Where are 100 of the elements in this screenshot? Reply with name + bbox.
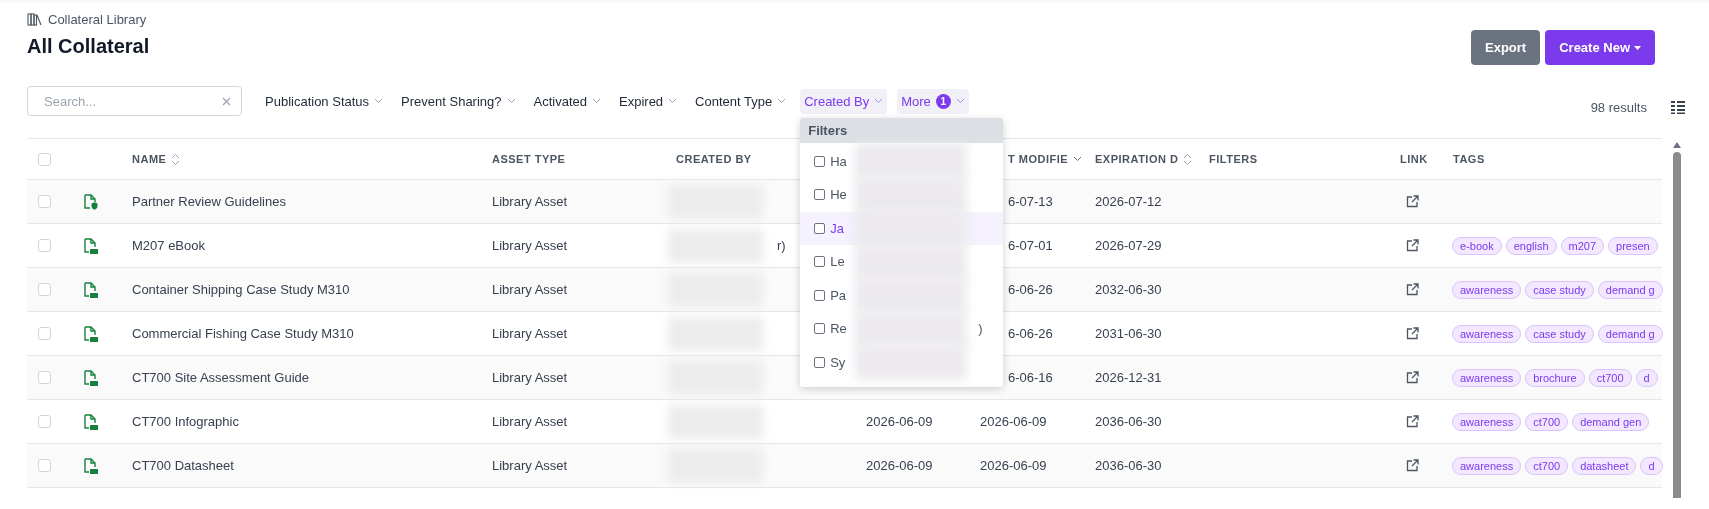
column-header[interactable]: T MODIFIE — [1008, 153, 1069, 165]
table-cell: 2026-07-29 — [1095, 238, 1162, 253]
tag[interactable]: e-book — [1452, 236, 1502, 255]
column-header[interactable]: EXPIRATION D — [1095, 153, 1179, 165]
external-link-icon[interactable] — [1406, 327, 1419, 340]
column-header: TAGS — [1453, 153, 1485, 165]
menu-option[interactable]: Ha — [800, 144, 1004, 178]
filter-dropdown[interactable]: Content Type — [691, 88, 791, 114]
table-cell: Library Asset — [492, 194, 568, 209]
tag[interactable]: case study — [1525, 324, 1594, 343]
checkbox[interactable] — [814, 189, 826, 201]
tag[interactable]: ct700 — [1525, 412, 1569, 431]
tag[interactable]: awareness — [1452, 368, 1522, 387]
table-cell[interactable]: CT700 Infographic — [132, 414, 239, 429]
pdf-file-icon — [84, 413, 98, 430]
table-cell: 6-06-26 — [1008, 282, 1053, 297]
pdf-file-icon — [84, 325, 98, 342]
sort-descending-icon[interactable] — [1073, 156, 1083, 162]
sort-icon[interactable] — [1183, 152, 1193, 166]
filter-dropdown[interactable]: More 1 — [897, 88, 969, 114]
checkbox[interactable] — [814, 323, 826, 335]
chevron-down-icon — [955, 98, 965, 104]
filter-dropdown[interactable]: Publication Status — [261, 88, 388, 114]
pdf-file-icon — [84, 281, 98, 298]
checkbox[interactable] — [814, 222, 826, 234]
list-view-icon[interactable] — [1671, 100, 1685, 114]
tag[interactable]: demand g — [1597, 280, 1663, 299]
tag[interactable]: m207 — [1560, 236, 1605, 255]
tag[interactable]: awareness — [1452, 456, 1522, 475]
menu-option[interactable]: Sy — [800, 345, 1004, 379]
filter-dropdown[interactable]: Created By — [800, 88, 888, 114]
filter-dropdown[interactable]: Activated — [529, 88, 605, 114]
chevron-down-icon — [874, 98, 884, 104]
column-header: LINK — [1400, 153, 1428, 165]
external-link-icon[interactable] — [1406, 283, 1419, 296]
count-badge: 1 — [935, 93, 951, 109]
page-title: All Collateral — [27, 35, 150, 58]
chevron-down-icon — [592, 98, 601, 104]
sort-icon[interactable] — [171, 152, 181, 166]
tag[interactable]: case study — [1525, 280, 1594, 299]
pdf-file-icon — [84, 237, 98, 254]
tag[interactable]: awareness — [1452, 412, 1522, 431]
checkbox[interactable] — [814, 289, 826, 301]
checkbox[interactable] — [814, 155, 826, 167]
external-link-icon[interactable] — [1406, 239, 1419, 252]
table-cell[interactable]: Partner Review Guidelines — [132, 194, 286, 209]
external-link-icon[interactable] — [1406, 195, 1419, 208]
tag[interactable]: ct700 — [1525, 456, 1569, 475]
tag[interactable]: d — [1640, 456, 1663, 475]
menu-option[interactable]: Pa — [800, 278, 1004, 312]
column-header[interactable]: NAME — [132, 153, 167, 165]
tag[interactable]: awareness — [1452, 280, 1522, 299]
table-cell: 2031-06-30 — [1095, 326, 1162, 341]
table-cell: Library Asset — [492, 458, 568, 473]
pdf-file-icon — [84, 457, 98, 474]
create-new-button[interactable]: Create New — [1545, 30, 1655, 65]
tag[interactable]: ct700 — [1588, 368, 1632, 387]
table-cell: 6-06-26 — [1008, 326, 1053, 341]
chevron-down-icon — [777, 98, 787, 104]
external-link-icon[interactable] — [1406, 371, 1419, 384]
clear-icon[interactable] — [222, 96, 231, 106]
table-cell: 6-07-13 — [1008, 194, 1053, 209]
column-header: ASSET TYPE — [492, 153, 566, 165]
table-cell[interactable]: CT700 Datasheet — [132, 458, 234, 473]
search-field[interactable]: Search... — [27, 86, 242, 116]
table-cell: 2026-07-12 — [1095, 194, 1162, 209]
table-cell[interactable]: Commercial Fishing Case Study M310 — [132, 326, 354, 341]
tag[interactable]: demand gen — [1572, 412, 1650, 431]
tag[interactable]: brochure — [1525, 368, 1585, 387]
filter-dropdown[interactable]: Expired — [615, 88, 682, 114]
chevron-down-icon — [506, 98, 516, 104]
tag[interactable]: demand g — [1597, 324, 1663, 343]
table-cell[interactable]: Container Shipping Case Study M310 — [132, 282, 350, 297]
menu-option[interactable]: Ja — [800, 211, 1004, 245]
table-cell: 2026-06-09 — [980, 458, 1047, 473]
table-cell: 6-06-16 — [1008, 370, 1053, 385]
table-cell[interactable]: CT700 Site Assessment Guide — [132, 370, 310, 385]
tag[interactable]: english — [1505, 236, 1557, 255]
breadcrumb-link[interactable]: Collateral Library — [48, 11, 147, 27]
table-cell: 2026-06-09 — [866, 414, 933, 429]
tag[interactable]: presen — [1608, 236, 1658, 255]
results-count: 98 results — [1590, 99, 1647, 115]
table-cell: 2026-12-31 — [1095, 370, 1162, 385]
column-header: CREATED BY — [676, 153, 752, 165]
table-cell: Library Asset — [492, 238, 568, 253]
table-cell: 2032-06-30 — [1095, 282, 1162, 297]
export-button[interactable]: Export — [1471, 30, 1541, 65]
table-cell: Library Asset — [492, 326, 568, 341]
checkbox[interactable] — [814, 256, 826, 268]
tag[interactable]: awareness — [1452, 324, 1522, 343]
checkbox[interactable] — [814, 356, 826, 368]
table-cell[interactable]: M207 eBook — [132, 238, 205, 253]
table-cell: 6-07-01 — [1008, 238, 1053, 253]
tag[interactable]: d — [1635, 368, 1658, 387]
table-cell: Library Asset — [492, 370, 568, 385]
table-cell: 2036-06-30 — [1095, 414, 1162, 429]
external-link-icon[interactable] — [1406, 459, 1419, 472]
filter-dropdown[interactable]: Prevent Sharing? — [397, 88, 520, 114]
external-link-icon[interactable] — [1406, 415, 1419, 428]
tag[interactable]: datasheet — [1572, 456, 1637, 475]
